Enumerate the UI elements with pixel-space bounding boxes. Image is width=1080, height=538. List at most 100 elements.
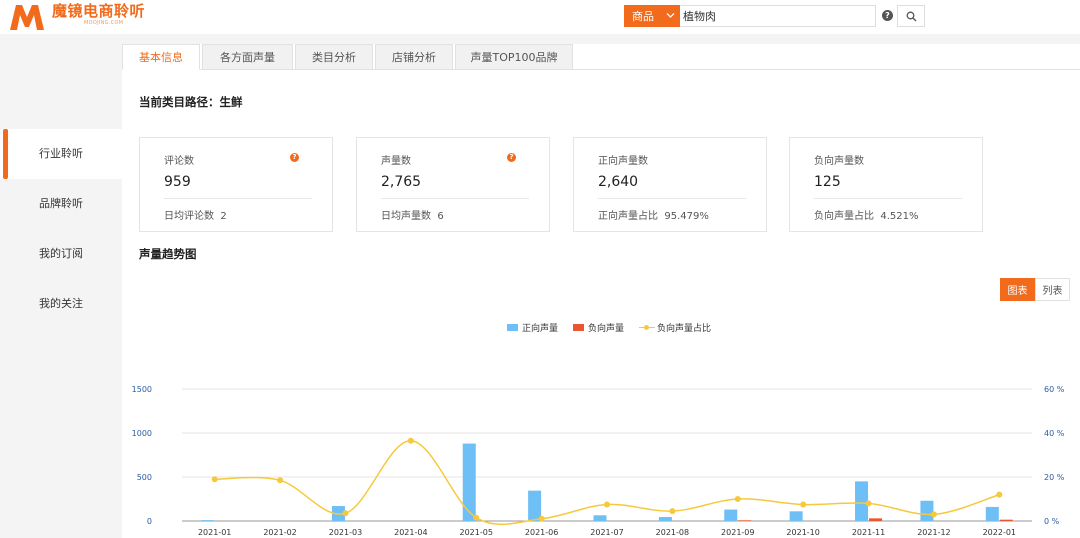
y-left-tick-label: 500 xyxy=(137,473,152,482)
x-tick-label: 2021-11 xyxy=(852,528,885,537)
search-category-select[interactable]: 商品 xyxy=(624,5,680,27)
x-tick-label: 2021-05 xyxy=(460,528,493,537)
question-circle-icon[interactable]: ? xyxy=(507,153,516,162)
x-tick-label: 2021-06 xyxy=(525,528,558,537)
x-tick-label: 2021-02 xyxy=(263,528,296,537)
x-tick-label: 2021-01 xyxy=(198,528,231,537)
card-sub: 日均声量数 6 xyxy=(381,207,444,222)
x-tick-label: 2021-08 xyxy=(656,528,689,537)
card-value: 959 xyxy=(164,174,191,190)
magnifier-icon xyxy=(906,11,916,21)
line-point xyxy=(407,437,414,444)
sidebar-item-subscriptions[interactable]: 我的订阅 xyxy=(0,229,122,279)
card-title: 负向声量数 xyxy=(814,156,864,167)
x-tick-label: 2021-09 xyxy=(721,528,754,537)
tab-category-analysis[interactable]: 类目分析 xyxy=(295,44,373,70)
card-title: 评论数 xyxy=(164,156,194,167)
card-sub-label: 正向声量占比 xyxy=(598,211,658,222)
card-value: 125 xyxy=(814,174,841,190)
line-point xyxy=(538,515,545,522)
y-right-tick-label: 40 % xyxy=(1044,429,1065,438)
line-point xyxy=(669,508,676,515)
tab-label: 类目分析 xyxy=(312,51,356,64)
card-sub-label: 负向声量占比 xyxy=(814,211,874,222)
view-toggle: 图表 列表 xyxy=(1000,278,1070,301)
search-button[interactable] xyxy=(897,5,925,27)
question-circle-icon[interactable]: ? xyxy=(882,10,893,21)
tab-label: 基本信息 xyxy=(139,51,183,64)
tab-basic-info[interactable]: 基本信息 xyxy=(122,44,200,70)
card-divider xyxy=(598,198,746,199)
sidebar-item-label: 品牌聆听 xyxy=(39,197,83,210)
card-sub-value: 95.479% xyxy=(664,211,709,222)
bar-negative xyxy=(999,519,1013,521)
legend-label: 正向声量 xyxy=(522,324,559,334)
x-tick-label: 2021-12 xyxy=(917,528,950,537)
search-input[interactable] xyxy=(680,5,876,27)
x-tick-label: 2021-03 xyxy=(329,528,362,537)
card-value: 2,765 xyxy=(381,174,422,190)
card-value: 2,640 xyxy=(598,174,639,190)
bar-positive xyxy=(462,443,476,521)
line-point xyxy=(277,477,284,484)
brand-subtitle: MOOJING.COM xyxy=(84,20,124,26)
bar-positive xyxy=(985,506,999,521)
line-point xyxy=(211,476,218,483)
x-tick-label: 2021-10 xyxy=(786,528,819,537)
line-point xyxy=(604,501,610,508)
bar-positive xyxy=(724,509,738,521)
bar-positive xyxy=(528,490,542,521)
legend-item-negative[interactable]: 负向声量 xyxy=(573,321,624,334)
bar-negative xyxy=(869,518,883,521)
volume-trend-chart: 0 500 1000 1500 0 % 20 % 40 % 60 % 2021-01 2021-0… xyxy=(132,385,1065,537)
chart-view-button[interactable]: 图表 xyxy=(1000,278,1035,301)
y-right-tick-label: 0 % xyxy=(1044,517,1060,526)
list-view-button[interactable]: 列表 xyxy=(1035,278,1070,301)
legend-swatch xyxy=(507,324,518,331)
sidebar-item-label: 行业聆听 xyxy=(39,147,83,160)
legend-swatch xyxy=(639,324,656,331)
stat-card-volume: 声量数 ? 2,765 日均声量数 6 xyxy=(356,137,550,232)
tab-top100-brands[interactable]: 声量TOP100品牌 xyxy=(455,44,573,70)
legend-item-positive[interactable]: 正向声量 xyxy=(507,321,558,334)
x-tick-label: 2022-01 xyxy=(983,528,1016,537)
y-right-tick-label: 60 % xyxy=(1044,385,1065,394)
x-tick-label: 2021-04 xyxy=(394,528,427,537)
line-point xyxy=(996,491,1003,498)
y-left-tick-label: 0 xyxy=(147,517,152,526)
y-left-tick-label: 1000 xyxy=(132,429,152,438)
question-circle-icon[interactable]: ? xyxy=(290,153,299,162)
legend-label: 负向声量 xyxy=(588,324,625,334)
line-point xyxy=(734,496,741,502)
tab-aspect-volume[interactable]: 各方面声量 xyxy=(202,44,293,70)
sidebar-item-follows[interactable]: 我的关注 xyxy=(0,279,122,329)
card-sub-value: 6 xyxy=(437,211,444,222)
bar-negative xyxy=(738,520,752,521)
top-bar: 魔镜电商聆听 MOOJING.COM 商品 ? xyxy=(0,0,1080,34)
card-divider xyxy=(164,198,312,199)
sidebar-item-label: 我的关注 xyxy=(39,297,83,310)
card-sub-value: 4.521% xyxy=(880,211,919,222)
main-panel: 基本信息 各方面声量 类目分析 店铺分析 声量TOP100品牌 当前类目路径：生… xyxy=(122,44,1080,538)
line-point xyxy=(473,514,480,521)
y-left-tick-label: 1500 xyxy=(132,385,152,394)
line-point xyxy=(800,501,807,508)
search-category-label: 商品 xyxy=(632,10,654,23)
line-point xyxy=(930,511,937,518)
stat-card-comments: 评论数 ? 959 日均评论数 2 xyxy=(139,137,333,232)
search-bar: 商品 xyxy=(624,5,876,27)
brand-logo[interactable]: 魔镜电商聆听 MOOJING.COM xyxy=(8,2,145,32)
tab-store-analysis[interactable]: 店铺分析 xyxy=(375,44,453,70)
tab-label: 店铺分析 xyxy=(392,51,436,64)
bar-positive xyxy=(789,511,803,521)
tab-label: 各方面声量 xyxy=(220,51,275,64)
bar-positive xyxy=(855,481,869,521)
trend-chart-title: 声量趋势图 xyxy=(139,247,197,261)
sidebar-item-industry[interactable]: 行业聆听 xyxy=(0,129,122,179)
sidebar-item-brand[interactable]: 品牌聆听 xyxy=(0,179,122,229)
legend-item-negative-ratio[interactable]: 负向声量占比 xyxy=(639,321,711,334)
brand-name: 魔镜电商聆听 xyxy=(52,2,146,20)
chart-legend: 正向声量 负向声量 负向声量占比 xyxy=(507,321,726,334)
stat-card-negative: 负向声量数 125 负向声量占比 4.521% xyxy=(789,137,983,232)
card-sub: 日均评论数 2 xyxy=(164,207,227,222)
